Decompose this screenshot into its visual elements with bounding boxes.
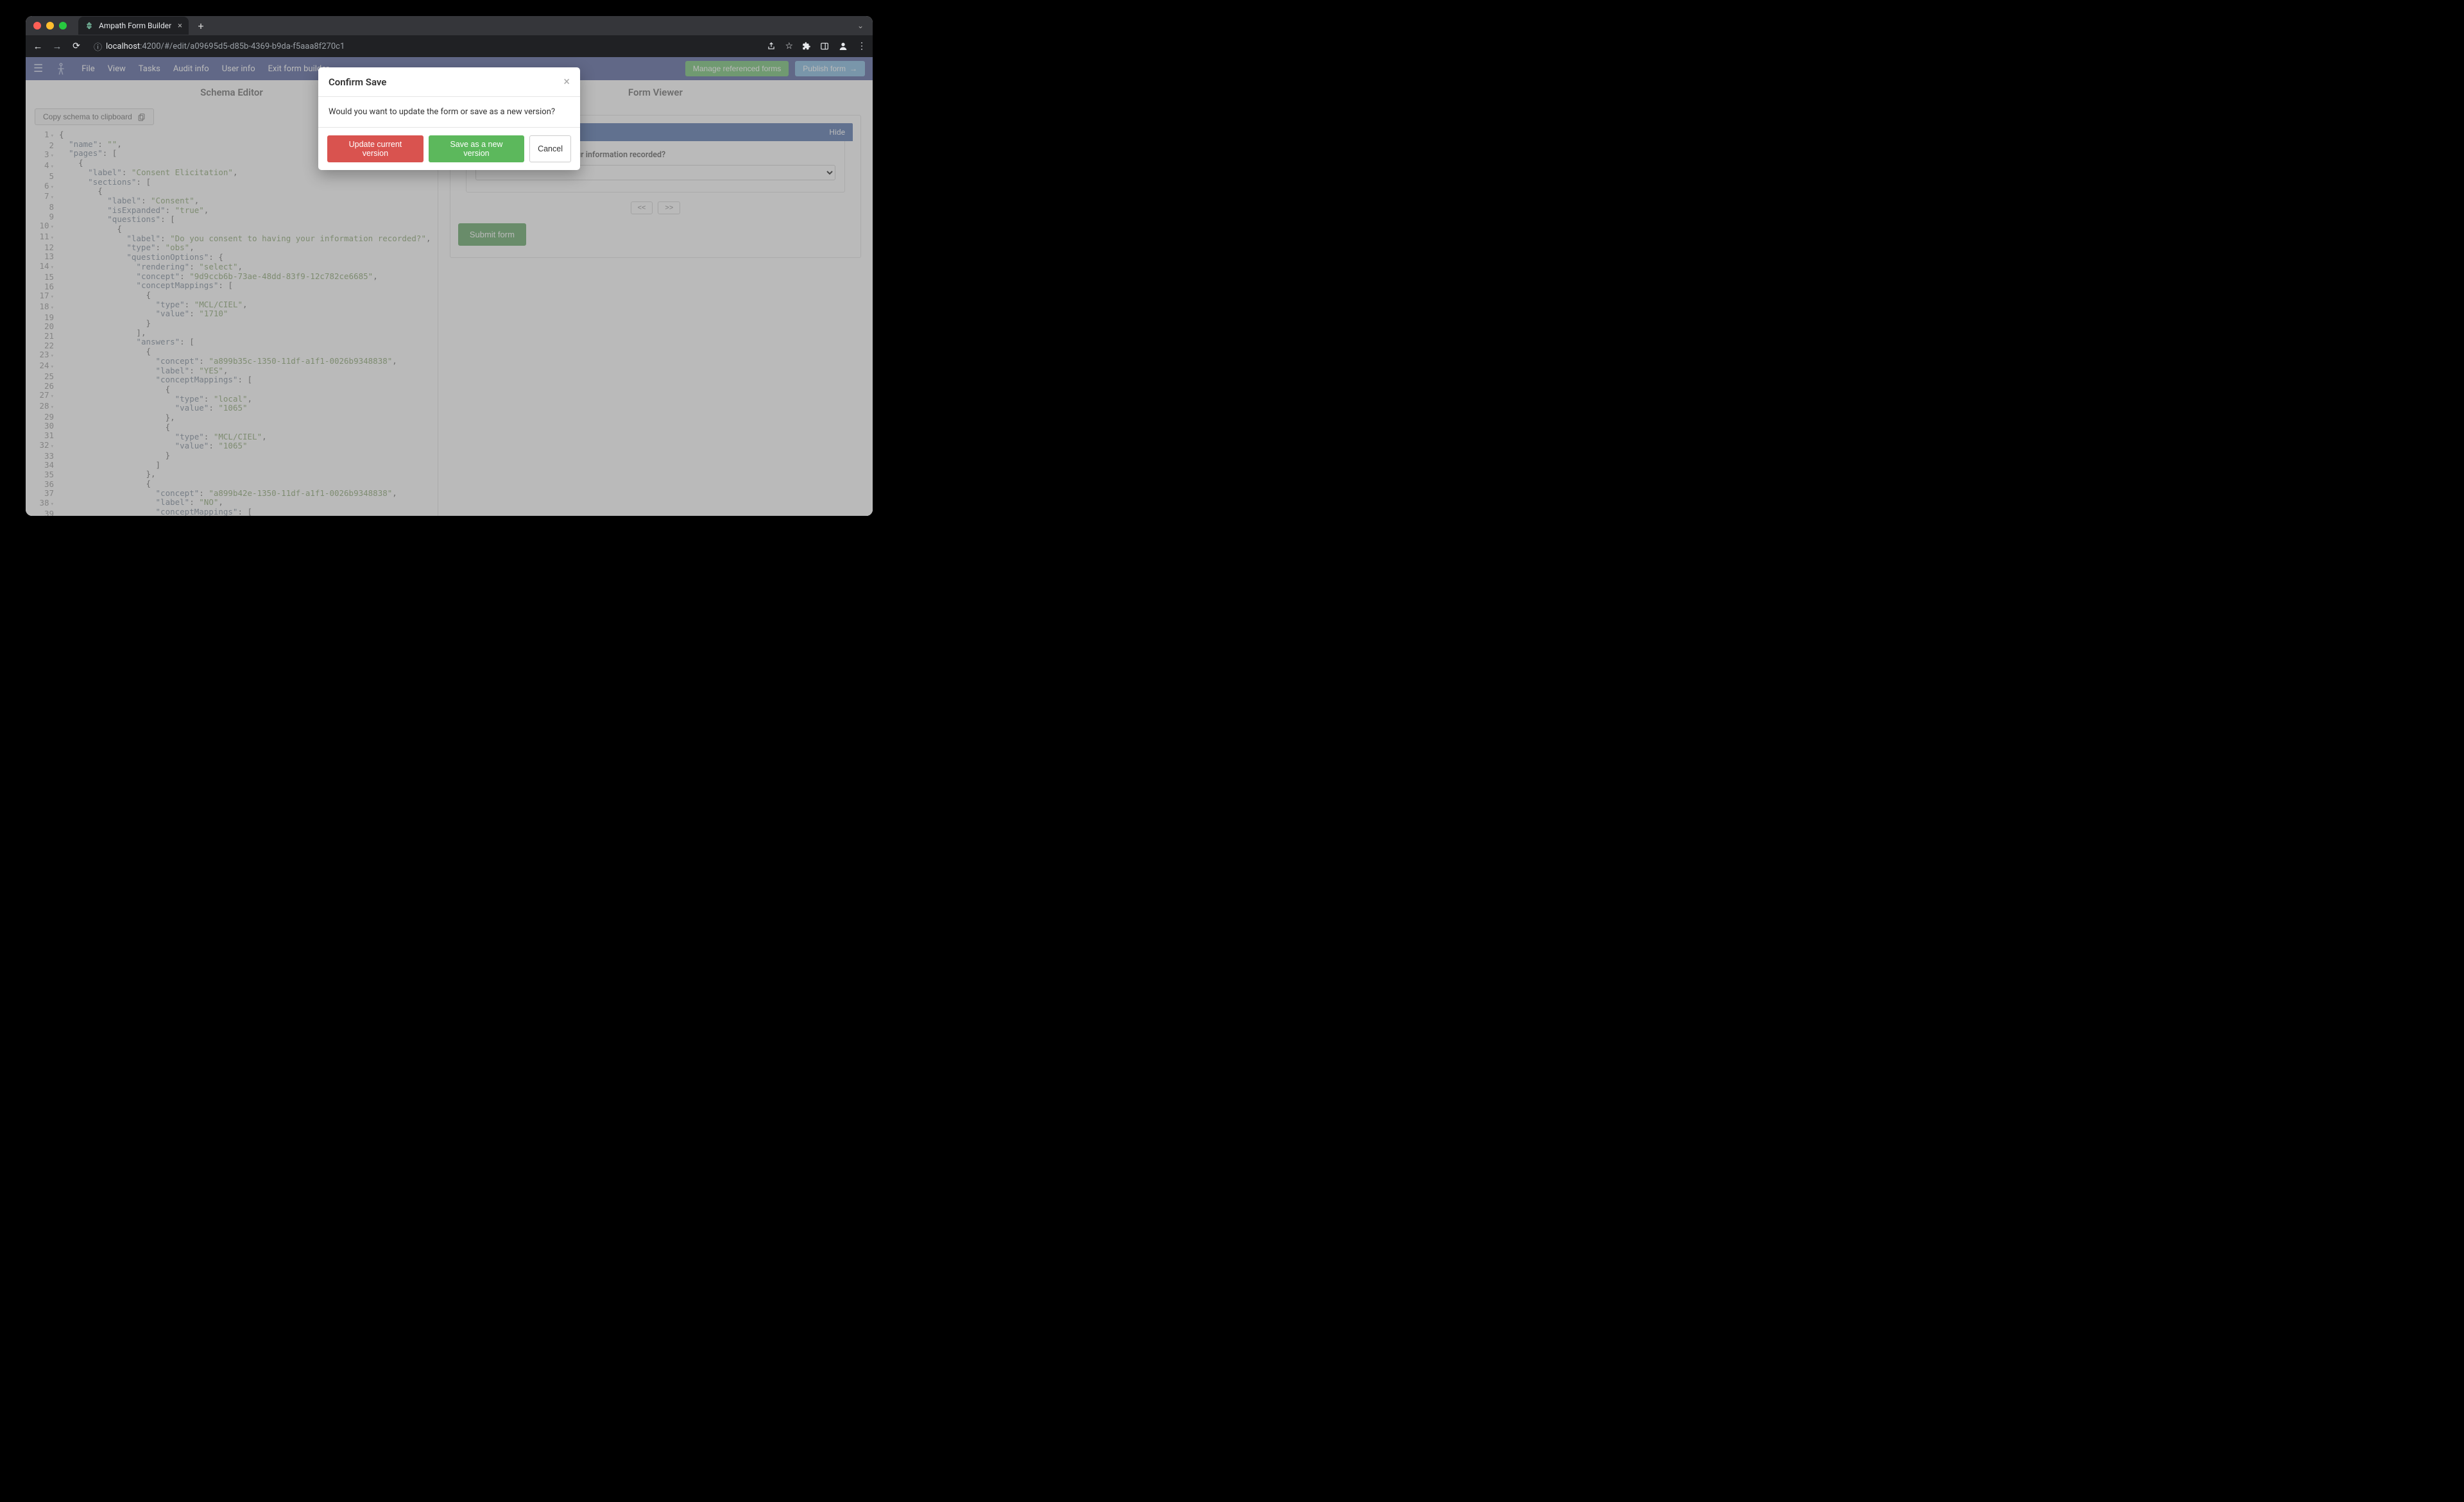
site-info-icon[interactable]: ⓘ [94,40,102,53]
window-controls [33,22,67,30]
address-bar[interactable]: ⓘ localhost:4200/#/edit/a09695d5-d85b-43… [90,40,759,53]
share-icon[interactable] [767,42,776,51]
minimize-window-icon[interactable] [46,22,54,30]
modal-title: Confirm Save [329,76,386,88]
bookmark-icon[interactable]: ☆ [785,41,793,51]
chrome-menu-icon[interactable]: ⋮ [857,41,866,51]
maximize-window-icon[interactable] [59,22,67,30]
browser-tab[interactable]: Ampath Form Builder × [78,17,189,35]
tab-close-icon[interactable]: × [178,21,182,31]
tab-overflow-icon[interactable]: ⌄ [857,21,864,30]
url-host: localhost [106,42,140,51]
browser-tab-bar: Ampath Form Builder × + ⌄ [26,16,873,35]
url-path: :4200/#/edit/a09695d5-d85b-4369-b9da-f5a… [140,42,345,51]
save-as-new-version-button[interactable]: Save as a new version [429,135,524,162]
forward-button[interactable]: → [51,40,63,52]
tab-title: Ampath Form Builder [99,21,173,30]
browser-toolbar: ← → ⟳ ⓘ localhost:4200/#/edit/a09695d5-d… [26,35,873,57]
confirm-save-modal: Confirm Save × Would you want to update … [318,67,580,170]
extensions-icon[interactable] [802,42,811,51]
panel-icon[interactable] [820,42,829,51]
reload-button[interactable]: ⟳ [71,41,82,51]
modal-close-icon[interactable]: × [563,75,570,89]
new-tab-button[interactable]: + [194,19,208,33]
back-button[interactable]: ← [32,40,44,52]
profile-icon[interactable] [838,41,848,51]
tab-favicon-icon [85,21,94,30]
update-current-version-button[interactable]: Update current version [327,135,424,162]
cancel-button[interactable]: Cancel [529,135,571,162]
close-window-icon[interactable] [33,22,41,30]
modal-body-text: Would you want to update the form or sav… [318,97,580,127]
